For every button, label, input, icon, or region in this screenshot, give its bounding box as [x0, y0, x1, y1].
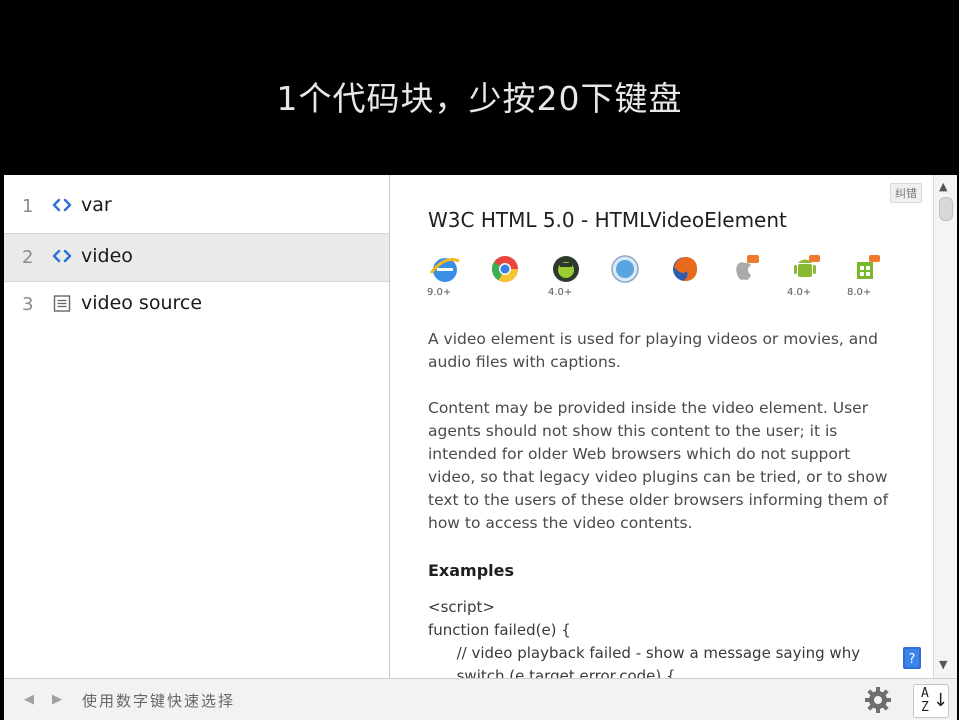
browser-support-row: 9.0+ 4.0+ 4.0+ 8.0+ [425, 253, 895, 303]
snippet-list: 1 var 2 video 3 video source [4, 175, 390, 678]
hint-text: 使用数字键快速选择 [82, 692, 236, 710]
code-line: switch (e.target.error.code) { [428, 667, 676, 678]
documentation-pane: 纠错 W3C HTML 5.0 - HTMLVideoElement 9.0+ … [390, 175, 932, 678]
list-item-label: video source [81, 292, 203, 314]
code-example: <script> function failed(e) { // video pl… [428, 596, 860, 678]
svg-text:?: ? [909, 652, 916, 667]
windows-phone-icon: 8.0+ [845, 253, 885, 301]
report-error-button[interactable]: 纠错 [890, 183, 922, 203]
examples-heading: Examples [428, 561, 515, 580]
browser-version: 9.0+ [427, 287, 452, 298]
browser-version: 4.0+ [548, 287, 573, 298]
android-browser-icon: 4.0+ [546, 253, 586, 301]
sort-az-button[interactable]: A Z ↓ [913, 684, 949, 718]
list-item-video[interactable]: 2 video [4, 233, 389, 282]
list-item-number: 1 [22, 196, 34, 217]
sort-arrow-icon: ↓ [933, 690, 949, 711]
code-line: <script> [428, 598, 495, 616]
list-item-number: 2 [22, 247, 34, 268]
code-line: function failed(e) { [428, 621, 571, 639]
code-brackets-icon [52, 194, 72, 216]
list-item-number: 3 [22, 294, 34, 315]
ios-safari-icon [725, 253, 765, 301]
list-item-var[interactable]: 1 var [4, 183, 389, 230]
chrome-icon [485, 253, 525, 301]
safari-icon [605, 253, 645, 301]
doc-paragraph: Content may be provided inside the video… [428, 399, 889, 532]
browser-version: 4.0+ [787, 287, 812, 298]
scroll-thumb[interactable] [939, 197, 953, 221]
browser-version: 8.0+ [847, 287, 872, 298]
doc-scrollbar[interactable]: ▲ ▼ [933, 175, 957, 678]
gear-icon[interactable] [862, 684, 894, 716]
firefox-icon [665, 253, 705, 301]
list-item-label: var [81, 194, 112, 216]
document-list-icon [52, 292, 72, 314]
scroll-up-icon[interactable]: ▲ [939, 180, 947, 193]
previous-arrow-icon[interactable]: ◀ [24, 692, 34, 707]
code-brackets-icon [52, 245, 72, 267]
doc-paragraph: A video element is used for playing vide… [428, 330, 878, 371]
help-book-icon[interactable]: ? [902, 645, 922, 671]
scroll-down-icon[interactable]: ▼ [939, 658, 947, 671]
next-arrow-icon[interactable]: ▶ [52, 692, 62, 707]
slide-title: 1个代码块，少按20下键盘 [276, 79, 683, 118]
sort-label-a: A [921, 686, 929, 701]
list-item-video-source[interactable]: 3 video source [4, 281, 389, 328]
sort-label-z: Z [921, 700, 929, 715]
bottom-toolbar: ◀ ▶ 使用数字键快速选择 A Z ↓ [4, 678, 957, 720]
list-item-label: video [81, 245, 133, 267]
ie-icon: 9.0+ [425, 253, 465, 301]
android-icon: 4.0+ [785, 253, 825, 301]
doc-title: W3C HTML 5.0 - HTMLVideoElement [428, 208, 787, 232]
snippet-window: 1 var 2 video 3 video source 纠错 W3C HTML… [4, 175, 957, 720]
code-line: // video playback failed - show a messag… [428, 644, 861, 662]
